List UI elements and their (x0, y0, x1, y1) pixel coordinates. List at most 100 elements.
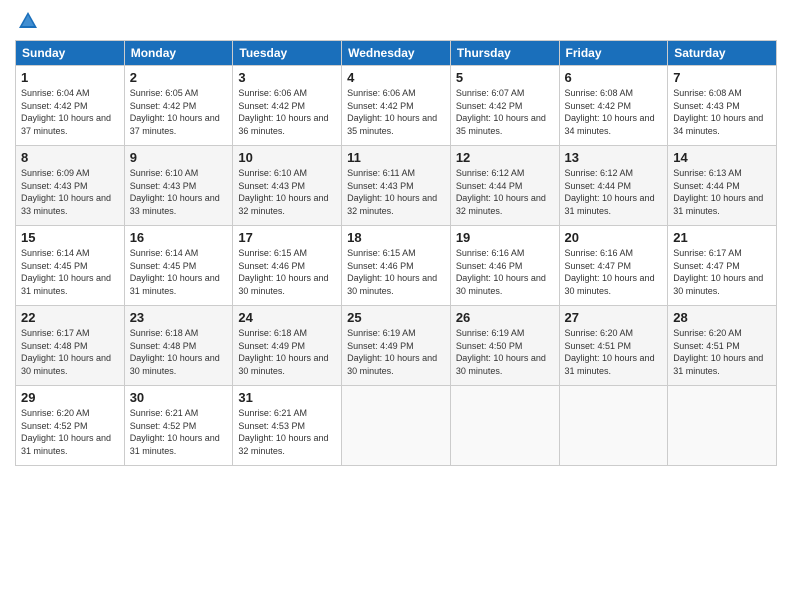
day-number: 19 (456, 230, 554, 245)
calendar-cell: 20 Sunrise: 6:16 AMSunset: 4:47 PMDaylig… (559, 226, 668, 306)
calendar-cell: 29 Sunrise: 6:20 AMSunset: 4:52 PMDaylig… (16, 386, 125, 466)
calendar-cell: 13 Sunrise: 6:12 AMSunset: 4:44 PMDaylig… (559, 146, 668, 226)
logo (15, 10, 39, 32)
day-info: Sunrise: 6:15 AMSunset: 4:46 PMDaylight:… (347, 248, 437, 296)
day-info: Sunrise: 6:12 AMSunset: 4:44 PMDaylight:… (565, 168, 655, 216)
calendar-cell (559, 386, 668, 466)
calendar-cell (668, 386, 777, 466)
calendar-cell: 11 Sunrise: 6:11 AMSunset: 4:43 PMDaylig… (342, 146, 451, 226)
day-info: Sunrise: 6:16 AMSunset: 4:46 PMDaylight:… (456, 248, 546, 296)
day-number: 16 (130, 230, 228, 245)
calendar-cell: 25 Sunrise: 6:19 AMSunset: 4:49 PMDaylig… (342, 306, 451, 386)
day-number: 9 (130, 150, 228, 165)
day-info: Sunrise: 6:14 AMSunset: 4:45 PMDaylight:… (21, 248, 111, 296)
calendar-cell: 12 Sunrise: 6:12 AMSunset: 4:44 PMDaylig… (450, 146, 559, 226)
day-number: 27 (565, 310, 663, 325)
day-info: Sunrise: 6:14 AMSunset: 4:45 PMDaylight:… (130, 248, 220, 296)
day-number: 30 (130, 390, 228, 405)
calendar-cell: 2 Sunrise: 6:05 AMSunset: 4:42 PMDayligh… (124, 66, 233, 146)
weekday-header-tuesday: Tuesday (233, 41, 342, 66)
day-info: Sunrise: 6:20 AMSunset: 4:51 PMDaylight:… (565, 328, 655, 376)
calendar-week-3: 15 Sunrise: 6:14 AMSunset: 4:45 PMDaylig… (16, 226, 777, 306)
calendar-table: SundayMondayTuesdayWednesdayThursdayFrid… (15, 40, 777, 466)
calendar-cell: 10 Sunrise: 6:10 AMSunset: 4:43 PMDaylig… (233, 146, 342, 226)
day-info: Sunrise: 6:17 AMSunset: 4:48 PMDaylight:… (21, 328, 111, 376)
day-info: Sunrise: 6:10 AMSunset: 4:43 PMDaylight:… (238, 168, 328, 216)
calendar-cell: 15 Sunrise: 6:14 AMSunset: 4:45 PMDaylig… (16, 226, 125, 306)
day-number: 1 (21, 70, 119, 85)
day-number: 15 (21, 230, 119, 245)
day-number: 28 (673, 310, 771, 325)
day-info: Sunrise: 6:21 AMSunset: 4:53 PMDaylight:… (238, 408, 328, 456)
day-info: Sunrise: 6:19 AMSunset: 4:50 PMDaylight:… (456, 328, 546, 376)
day-number: 12 (456, 150, 554, 165)
calendar-cell: 1 Sunrise: 6:04 AMSunset: 4:42 PMDayligh… (16, 66, 125, 146)
calendar-cell: 5 Sunrise: 6:07 AMSunset: 4:42 PMDayligh… (450, 66, 559, 146)
day-info: Sunrise: 6:04 AMSunset: 4:42 PMDaylight:… (21, 88, 111, 136)
day-info: Sunrise: 6:20 AMSunset: 4:51 PMDaylight:… (673, 328, 763, 376)
day-info: Sunrise: 6:08 AMSunset: 4:43 PMDaylight:… (673, 88, 763, 136)
day-info: Sunrise: 6:07 AMSunset: 4:42 PMDaylight:… (456, 88, 546, 136)
weekday-header-sunday: Sunday (16, 41, 125, 66)
day-number: 21 (673, 230, 771, 245)
day-info: Sunrise: 6:08 AMSunset: 4:42 PMDaylight:… (565, 88, 655, 136)
day-number: 25 (347, 310, 445, 325)
calendar-cell: 26 Sunrise: 6:19 AMSunset: 4:50 PMDaylig… (450, 306, 559, 386)
calendar-cell: 17 Sunrise: 6:15 AMSunset: 4:46 PMDaylig… (233, 226, 342, 306)
calendar-cell: 22 Sunrise: 6:17 AMSunset: 4:48 PMDaylig… (16, 306, 125, 386)
day-info: Sunrise: 6:20 AMSunset: 4:52 PMDaylight:… (21, 408, 111, 456)
calendar-cell: 23 Sunrise: 6:18 AMSunset: 4:48 PMDaylig… (124, 306, 233, 386)
day-number: 8 (21, 150, 119, 165)
day-info: Sunrise: 6:18 AMSunset: 4:49 PMDaylight:… (238, 328, 328, 376)
day-number: 4 (347, 70, 445, 85)
calendar-cell: 30 Sunrise: 6:21 AMSunset: 4:52 PMDaylig… (124, 386, 233, 466)
day-info: Sunrise: 6:06 AMSunset: 4:42 PMDaylight:… (238, 88, 328, 136)
calendar-cell: 19 Sunrise: 6:16 AMSunset: 4:46 PMDaylig… (450, 226, 559, 306)
day-number: 6 (565, 70, 663, 85)
calendar-cell: 21 Sunrise: 6:17 AMSunset: 4:47 PMDaylig… (668, 226, 777, 306)
day-info: Sunrise: 6:11 AMSunset: 4:43 PMDaylight:… (347, 168, 437, 216)
day-number: 31 (238, 390, 336, 405)
calendar-cell: 9 Sunrise: 6:10 AMSunset: 4:43 PMDayligh… (124, 146, 233, 226)
calendar-cell (450, 386, 559, 466)
weekday-header-wednesday: Wednesday (342, 41, 451, 66)
day-info: Sunrise: 6:06 AMSunset: 4:42 PMDaylight:… (347, 88, 437, 136)
weekday-header-thursday: Thursday (450, 41, 559, 66)
day-number: 3 (238, 70, 336, 85)
weekday-header-friday: Friday (559, 41, 668, 66)
day-number: 24 (238, 310, 336, 325)
day-number: 13 (565, 150, 663, 165)
page: SundayMondayTuesdayWednesdayThursdayFrid… (0, 0, 792, 476)
calendar-cell: 4 Sunrise: 6:06 AMSunset: 4:42 PMDayligh… (342, 66, 451, 146)
calendar-week-2: 8 Sunrise: 6:09 AMSunset: 4:43 PMDayligh… (16, 146, 777, 226)
calendar-cell: 18 Sunrise: 6:15 AMSunset: 4:46 PMDaylig… (342, 226, 451, 306)
logo-icon (17, 10, 39, 32)
day-info: Sunrise: 6:09 AMSunset: 4:43 PMDaylight:… (21, 168, 111, 216)
day-info: Sunrise: 6:12 AMSunset: 4:44 PMDaylight:… (456, 168, 546, 216)
day-number: 29 (21, 390, 119, 405)
day-number: 5 (456, 70, 554, 85)
calendar-header-row: SundayMondayTuesdayWednesdayThursdayFrid… (16, 41, 777, 66)
day-number: 18 (347, 230, 445, 245)
day-number: 14 (673, 150, 771, 165)
calendar-cell: 8 Sunrise: 6:09 AMSunset: 4:43 PMDayligh… (16, 146, 125, 226)
calendar-cell: 6 Sunrise: 6:08 AMSunset: 4:42 PMDayligh… (559, 66, 668, 146)
calendar-cell (342, 386, 451, 466)
calendar-cell: 3 Sunrise: 6:06 AMSunset: 4:42 PMDayligh… (233, 66, 342, 146)
day-number: 11 (347, 150, 445, 165)
calendar-week-1: 1 Sunrise: 6:04 AMSunset: 4:42 PMDayligh… (16, 66, 777, 146)
day-number: 26 (456, 310, 554, 325)
day-info: Sunrise: 6:16 AMSunset: 4:47 PMDaylight:… (565, 248, 655, 296)
header (15, 10, 777, 32)
day-info: Sunrise: 6:19 AMSunset: 4:49 PMDaylight:… (347, 328, 437, 376)
day-number: 20 (565, 230, 663, 245)
calendar-cell: 24 Sunrise: 6:18 AMSunset: 4:49 PMDaylig… (233, 306, 342, 386)
weekday-header-saturday: Saturday (668, 41, 777, 66)
day-number: 22 (21, 310, 119, 325)
day-info: Sunrise: 6:18 AMSunset: 4:48 PMDaylight:… (130, 328, 220, 376)
calendar-week-4: 22 Sunrise: 6:17 AMSunset: 4:48 PMDaylig… (16, 306, 777, 386)
day-number: 23 (130, 310, 228, 325)
day-number: 10 (238, 150, 336, 165)
day-number: 7 (673, 70, 771, 85)
weekday-header-monday: Monday (124, 41, 233, 66)
